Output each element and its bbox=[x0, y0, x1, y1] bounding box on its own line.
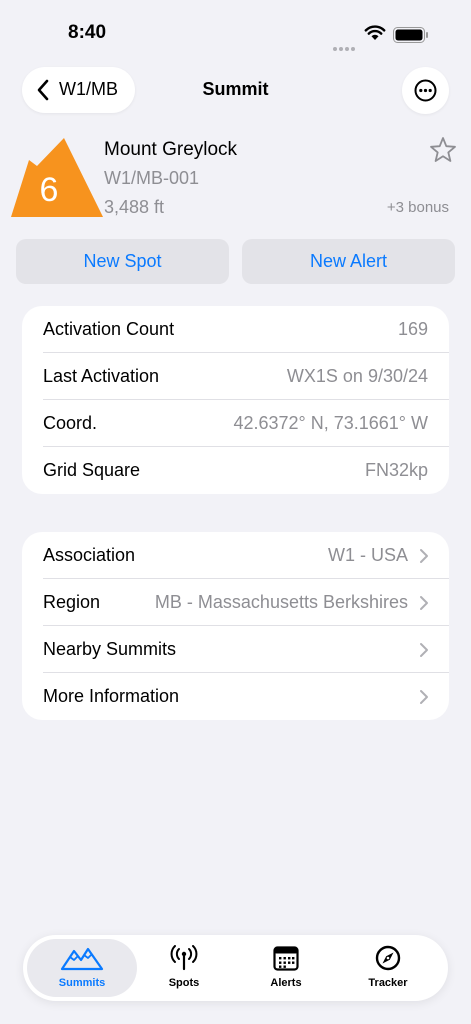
battery-icon bbox=[393, 27, 428, 43]
more-button[interactable] bbox=[402, 67, 449, 114]
tab-label: Summits bbox=[58, 977, 106, 989]
wifi-icon bbox=[364, 25, 386, 40]
link-label: Region bbox=[43, 592, 101, 612]
ellipsis-circle-icon bbox=[414, 79, 437, 102]
tab-spots[interactable]: Spots bbox=[131, 935, 237, 1001]
detail-row-grid-square: Grid Square FN32kp bbox=[22, 447, 449, 494]
link-label: Association bbox=[43, 545, 136, 565]
summit-points: 6 bbox=[39, 171, 59, 209]
chevron-right-icon bbox=[420, 690, 428, 704]
tab-label: Spots bbox=[168, 977, 200, 989]
new-alert-button[interactable]: New Alert bbox=[242, 239, 455, 284]
detail-label: Last Activation bbox=[43, 366, 160, 386]
status-time: 8:40 bbox=[68, 22, 107, 43]
summit-details-card: Activation Count 169 Last Activation WX1… bbox=[22, 306, 449, 494]
detail-value: 42.6372° N, 73.1661° W bbox=[233, 413, 428, 433]
detail-label: Coord. bbox=[43, 413, 98, 433]
chevron-right-icon bbox=[420, 643, 428, 657]
link-row-region[interactable]: Region MB - Massachusetts Berkshires bbox=[22, 579, 449, 626]
tab-tracker[interactable]: Tracker bbox=[335, 935, 441, 1001]
detail-label: Grid Square bbox=[43, 460, 141, 480]
link-value: MB - Massachusetts Berkshires bbox=[154, 592, 408, 612]
summit-code: W1/MB-001 bbox=[104, 168, 200, 188]
detail-row-activation-count: Activation Count 169 bbox=[22, 306, 449, 353]
tab-label: Alerts bbox=[270, 977, 302, 989]
detail-value: FN32kp bbox=[364, 460, 428, 480]
link-label: More Information bbox=[43, 686, 180, 706]
tab-alerts[interactable]: Alerts bbox=[233, 935, 339, 1001]
detail-row-coordinates: Coord. 42.6372° N, 73.1661° W bbox=[22, 400, 449, 447]
detail-value: 169 bbox=[397, 319, 428, 339]
page-title: Summit bbox=[202, 79, 269, 99]
detail-label: Activation Count bbox=[43, 319, 175, 339]
compass-icon bbox=[375, 945, 401, 971]
antenna-icon bbox=[170, 945, 198, 971]
summit-links-card: Association W1 - USA Region MB - Massach… bbox=[22, 532, 449, 720]
cellular-signal-icon bbox=[333, 38, 357, 51]
mountains-icon bbox=[60, 947, 104, 971]
detail-value: WX1S on 9/30/24 bbox=[286, 366, 428, 386]
favorite-star-icon[interactable] bbox=[429, 136, 457, 163]
link-value: W1 - USA bbox=[327, 545, 408, 565]
chevron-right-icon bbox=[420, 596, 428, 610]
link-row-association[interactable]: Association W1 - USA bbox=[22, 532, 449, 579]
tab-bar: Summits Spots Alerts Tracker bbox=[23, 935, 448, 1001]
summit-name: Mount Greylock bbox=[104, 139, 238, 160]
link-label: Nearby Summits bbox=[43, 639, 177, 659]
link-row-nearby-summits[interactable]: Nearby Summits bbox=[22, 626, 449, 673]
summit-elevation: 3,488 ft bbox=[104, 197, 165, 217]
link-row-more-information[interactable]: More Information bbox=[22, 673, 449, 720]
chevron-right-icon bbox=[420, 549, 428, 563]
tab-label: Tracker bbox=[368, 977, 408, 989]
new-spot-button[interactable]: New Spot bbox=[16, 239, 229, 284]
status-bar: 8:40 bbox=[0, 0, 471, 60]
tab-summits[interactable]: Summits bbox=[27, 939, 137, 997]
calendar-icon bbox=[273, 946, 299, 971]
bonus-points: +3 bonus bbox=[386, 199, 449, 216]
detail-row-last-activation: Last Activation WX1S on 9/30/24 bbox=[22, 353, 449, 400]
